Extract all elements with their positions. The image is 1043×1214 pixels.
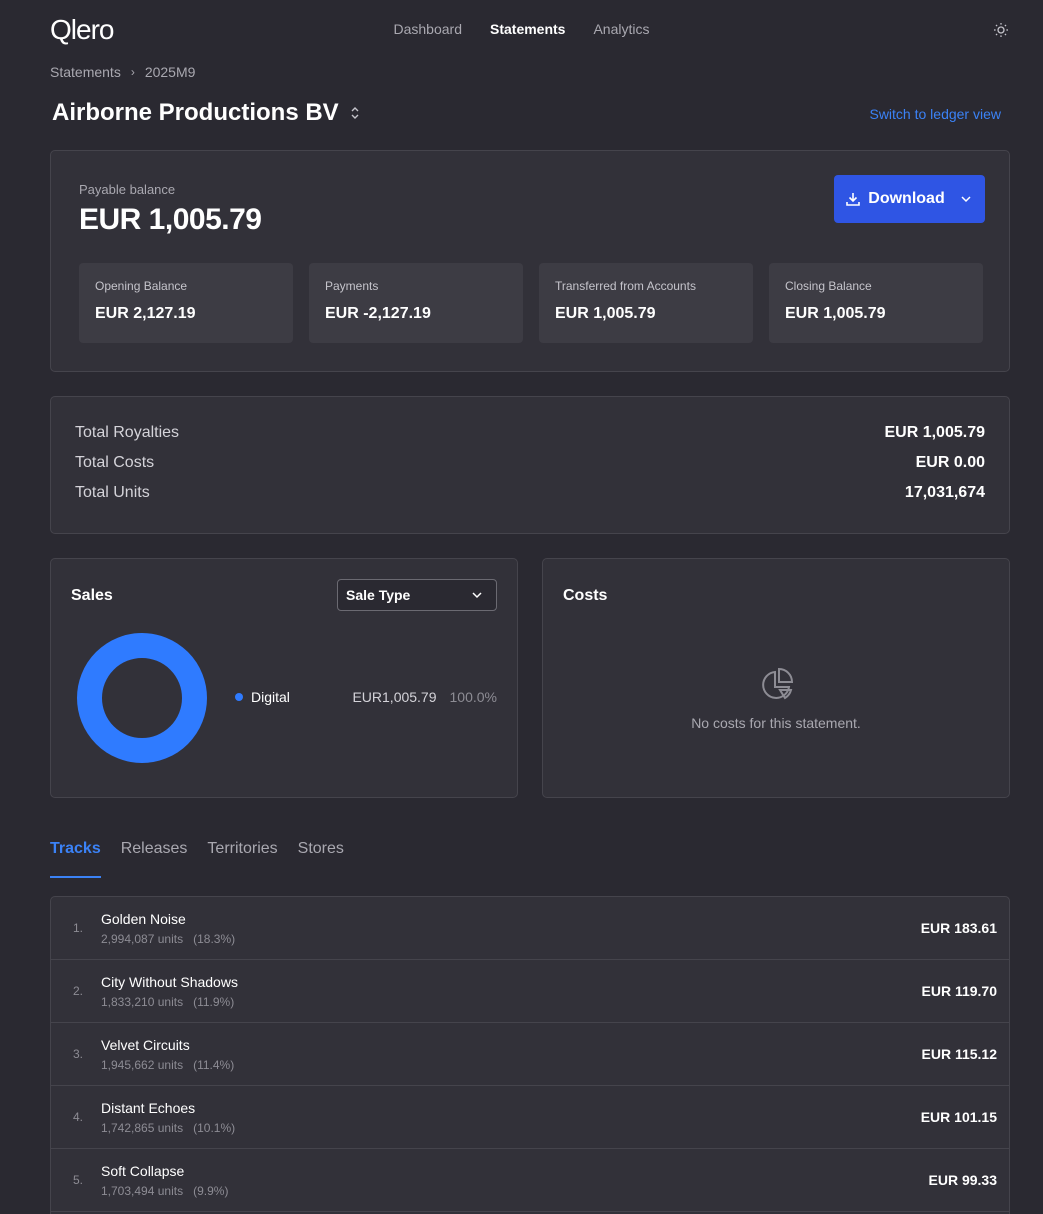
chevron-down-icon: [961, 196, 971, 203]
stat-value: EUR -2,127.19: [325, 305, 431, 322]
download-button[interactable]: Download: [834, 175, 985, 223]
track-units: 2,994,087 units (18.3%): [101, 932, 236, 946]
chevron-up-down-icon[interactable]: [349, 104, 361, 122]
stat-value: EUR 1,005.79: [555, 305, 656, 322]
track-units: 1,945,662 units (11.4%): [101, 1058, 235, 1072]
table-row[interactable]: 2. City Without Shadows 1,833,210 units …: [51, 960, 1009, 1023]
tab-releases[interactable]: Releases: [121, 840, 188, 878]
switch-ledger-view-link[interactable]: Switch to ledger view: [869, 106, 1001, 122]
track-name: Velvet Circuits: [101, 1037, 190, 1053]
total-value: 17,031,674: [904, 484, 985, 501]
sales-donut-chart: [77, 633, 207, 763]
table-row[interactable]: 5. Soft Collapse 1,703,494 units (9.9%) …: [51, 1149, 1009, 1212]
tab-tracks[interactable]: Tracks: [50, 840, 101, 878]
payable-balance-value: EUR 1,005.79: [79, 203, 262, 236]
breadcrumb-root[interactable]: Statements: [50, 64, 121, 80]
total-units-row: Total Units 17,031,674: [75, 475, 985, 511]
track-name: Soft Collapse: [101, 1163, 185, 1179]
nav-statements[interactable]: Statements: [490, 21, 565, 37]
track-units: 1,742,865 units (10.1%): [101, 1121, 236, 1135]
transferred-stat: Transferred from Accounts EUR 1,005.79: [539, 263, 753, 343]
total-label: Total Royalties: [75, 424, 180, 441]
track-rank: 3.: [73, 1047, 84, 1061]
track-rank: 1.: [73, 921, 84, 935]
stat-value: EUR 2,127.19: [95, 305, 196, 322]
breakdown-tabs: Tracks Releases Territories Stores: [50, 840, 344, 878]
track-amount: EUR 183.61: [920, 920, 997, 936]
tracks-list: 1. Golden Noise 2,994,087 units (18.3%) …: [50, 896, 1010, 1214]
track-name: City Without Shadows: [101, 974, 238, 990]
stat-label: Transferred from Accounts: [555, 279, 696, 293]
costs-empty-message: No costs for this statement.: [691, 715, 861, 731]
legend-name: Digital: [251, 689, 290, 705]
sale-type-select[interactable]: Sale Type: [337, 579, 497, 611]
track-amount: EUR 119.70: [921, 983, 998, 999]
payable-balance-label: Payable balance: [79, 182, 176, 197]
track-rank: 5.: [73, 1173, 84, 1187]
opening-balance-stat: Opening Balance EUR 2,127.19: [79, 263, 293, 343]
track-rank: 4.: [73, 1110, 84, 1124]
legend-amount: EUR1,005.79: [352, 689, 437, 705]
tab-stores[interactable]: Stores: [298, 840, 344, 878]
balance-stats: Opening Balance EUR 2,127.19 Payments EU…: [79, 263, 983, 343]
total-label: Total Units: [75, 484, 150, 501]
track-rank: 2.: [73, 984, 84, 998]
page-title[interactable]: Airborne Productions BV: [52, 99, 361, 127]
sales-title: Sales: [71, 587, 113, 604]
sales-card: Sales Sale Type Digital EUR1,005.79 100.…: [50, 558, 518, 798]
table-row[interactable]: 3. Velvet Circuits 1,945,662 units (11.4…: [51, 1023, 1009, 1086]
closing-balance-stat: Closing Balance EUR 1,005.79: [769, 263, 983, 343]
breadcrumb-separator: ›: [130, 65, 135, 79]
costs-card: Costs No costs for this statement.: [542, 558, 1010, 798]
pie-chart-icon: [762, 667, 794, 700]
legend-item-digital: Digital EUR1,005.79 100.0%: [235, 689, 497, 705]
legend-percent: 100.0%: [449, 689, 497, 705]
page-title-text: Airborne Productions BV: [52, 99, 339, 126]
stat-value: EUR 1,005.79: [785, 305, 886, 322]
download-label: Download: [868, 190, 945, 207]
breadcrumb: Statements › 2025M9: [50, 64, 195, 80]
track-name: Distant Echoes: [101, 1100, 196, 1116]
donut-slice-digital[interactable]: [77, 633, 207, 763]
track-units: 1,703,494 units (9.9%): [101, 1184, 229, 1198]
track-units: 1,833,210 units (11.9%): [101, 995, 235, 1009]
track-amount: EUR 101.15: [920, 1109, 997, 1125]
stat-label: Opening Balance: [95, 279, 188, 293]
track-amount: EUR 115.12: [921, 1046, 998, 1062]
payments-stat: Payments EUR -2,127.19: [309, 263, 523, 343]
sale-type-value: Sale Type: [346, 587, 411, 603]
track-name: Golden Noise: [101, 911, 186, 927]
sun-icon[interactable]: [993, 22, 1009, 38]
costs-title: Costs: [563, 587, 608, 604]
legend-dot: [235, 693, 243, 701]
stat-label: Payments: [325, 279, 379, 293]
total-value: EUR 1,005.79: [884, 424, 985, 441]
breadcrumb-current: 2025M9: [144, 64, 196, 80]
stat-label: Closing Balance: [785, 279, 872, 293]
nav-dashboard[interactable]: Dashboard: [394, 21, 463, 37]
table-row[interactable]: 1. Golden Noise 2,994,087 units (18.3%) …: [51, 897, 1009, 960]
nav-analytics[interactable]: Analytics: [593, 21, 649, 37]
balance-card: Payable balance EUR 1,005.79 Download Op…: [50, 150, 1010, 372]
total-value: EUR 0.00: [915, 454, 985, 471]
tab-territories[interactable]: Territories: [207, 840, 277, 878]
totals-card: Total Royalties EUR 1,005.79 Total Costs…: [50, 396, 1010, 534]
download-icon: [846, 193, 861, 206]
total-label: Total Costs: [75, 454, 155, 471]
top-nav: Dashboard Statements Analytics: [0, 21, 1043, 37]
chevron-down-icon: [472, 592, 482, 599]
track-amount: EUR 99.33: [928, 1172, 997, 1188]
table-row[interactable]: 4. Distant Echoes 1,742,865 units (10.1%…: [51, 1086, 1009, 1149]
